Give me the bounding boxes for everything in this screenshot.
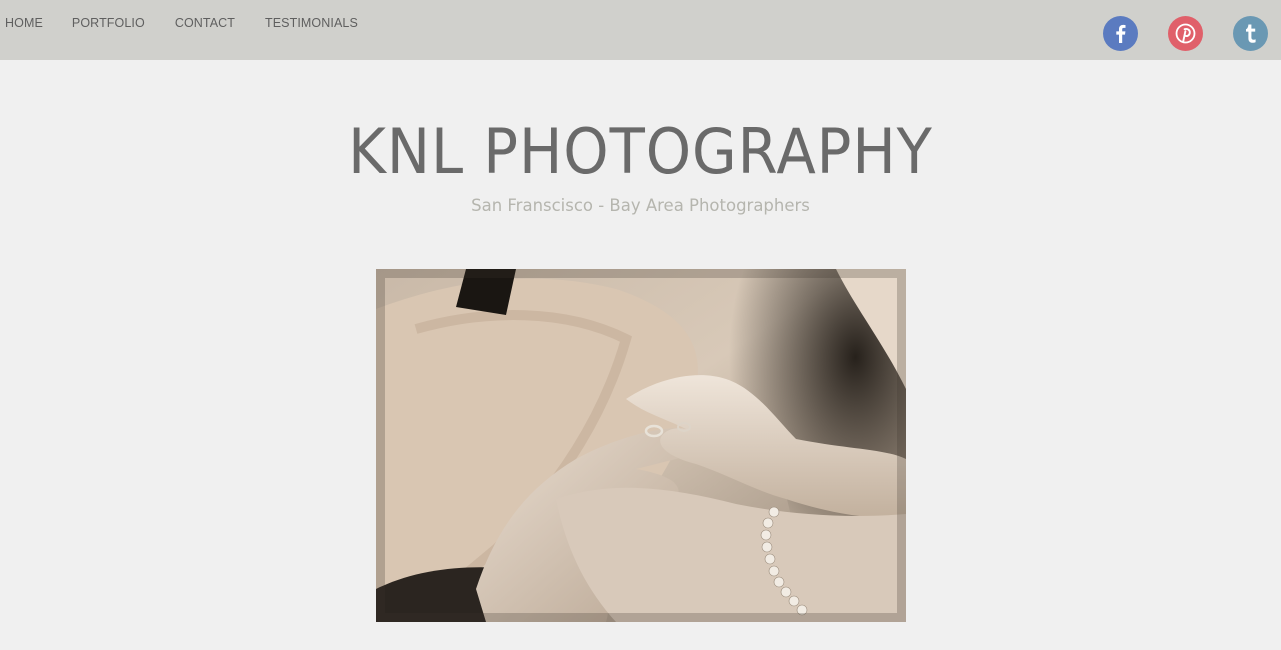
tumblr-button[interactable] xyxy=(1233,16,1268,51)
site-title: KNL PHOTOGRAPHY xyxy=(348,115,933,188)
top-navigation-bar: HOME PORTFOLIO CONTACT TESTIMONIALS xyxy=(0,0,1281,60)
nav-contact-link[interactable]: CONTACT xyxy=(175,16,235,30)
facebook-icon xyxy=(1116,24,1126,43)
nav-testimonials-link[interactable]: TESTIMONIALS xyxy=(265,16,358,30)
tumblr-icon xyxy=(1246,24,1256,43)
pinterest-button[interactable] xyxy=(1168,16,1203,51)
wedding-ring-hands-image xyxy=(376,269,906,622)
nav-home-link[interactable]: HOME xyxy=(5,16,43,30)
facebook-button[interactable] xyxy=(1103,16,1138,51)
hero-photo xyxy=(376,269,906,622)
nav-portfolio-link[interactable]: PORTFOLIO xyxy=(72,16,145,30)
site-tagline: San Franscisco - Bay Area Photographers xyxy=(471,196,810,216)
main-nav: HOME PORTFOLIO CONTACT TESTIMONIALS xyxy=(0,16,358,30)
pinterest-icon xyxy=(1175,23,1196,44)
